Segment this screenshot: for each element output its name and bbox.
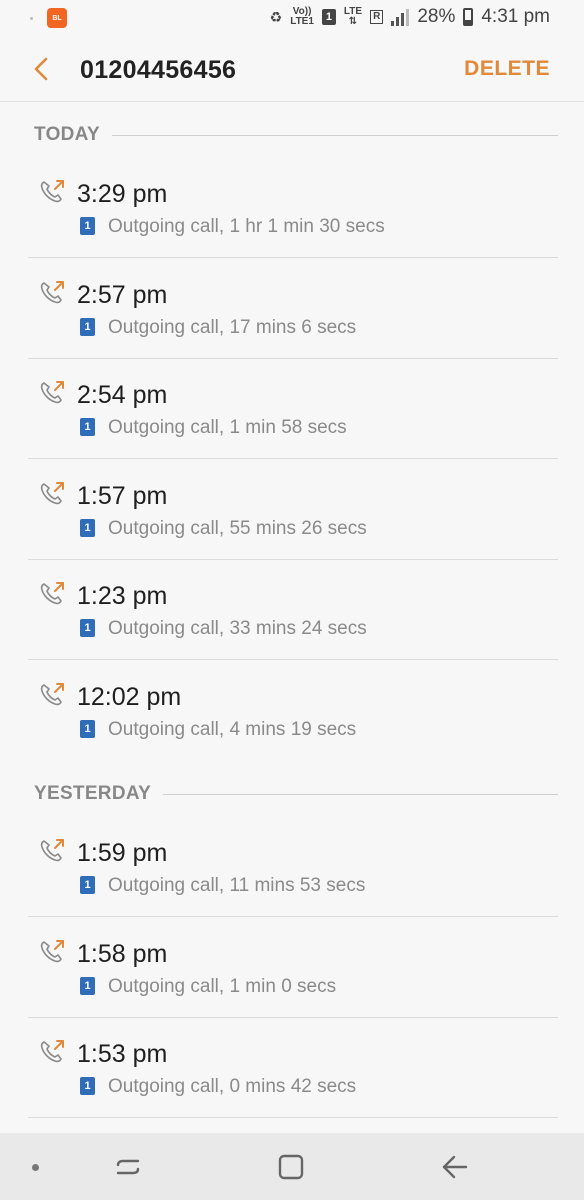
call-detail: Outgoing call, 1 min 58 secs — [108, 417, 347, 438]
home-icon — [278, 1154, 304, 1180]
outgoing-call-icon — [40, 1040, 64, 1063]
call-log-item[interactable]: 1:53 pm 1 Outgoing call, 0 mins 42 secs — [28, 1018, 558, 1118]
app-header: 01204456456 DELETE — [0, 36, 584, 102]
sim-indicator-icon: 1 — [80, 217, 95, 235]
section-divider — [111, 134, 558, 136]
outgoing-call-icon — [40, 381, 64, 404]
sim-slot-icon: 1 — [321, 9, 336, 25]
outgoing-call-icon — [40, 940, 64, 963]
clock: 4:31 pm — [481, 6, 550, 27]
volte-icon: Vo)) LTE1 — [290, 7, 314, 27]
call-detail: Outgoing call, 0 mins 42 secs — [108, 1076, 357, 1097]
volte-bottom: LTE1 — [290, 16, 314, 27]
roaming-signal-icon: R — [370, 10, 384, 24]
nav-dot-indicator[interactable] — [32, 1164, 39, 1171]
outgoing-call-icon — [40, 683, 64, 706]
call-time: 3:29 pm — [77, 180, 168, 208]
notification-dot — [30, 16, 33, 20]
back-button[interactable] — [26, 52, 56, 86]
roaming-label: R — [373, 11, 381, 22]
battery-percent: 28% — [417, 6, 456, 27]
call-time: 1:57 pm — [77, 482, 168, 510]
page-title: 01204456456 — [80, 56, 237, 84]
outgoing-call-icon — [40, 180, 64, 203]
call-detail: Outgoing call, 17 mins 6 secs — [108, 317, 357, 338]
recents-icon — [116, 1159, 140, 1175]
call-log-item[interactable]: 1:57 pm 1 Outgoing call, 55 mins 26 secs — [28, 460, 558, 560]
call-detail: Outgoing call, 1 hr 1 min 30 secs — [108, 216, 385, 237]
call-detail: Outgoing call, 55 mins 26 secs — [108, 518, 367, 539]
status-right: ♻ Vo)) LTE1 1 LTE ⇅ R 28% 4:31 pm — [270, 6, 550, 28]
call-log-item[interactable]: 3:29 pm 1 Outgoing call, 1 hr 1 min 30 sec… — [28, 158, 558, 258]
sim-indicator-icon: 1 — [80, 1077, 95, 1095]
outgoing-call-icon — [40, 482, 64, 505]
section-divider — [163, 793, 558, 795]
status-left: BL — [30, 8, 67, 28]
call-time: 2:57 pm — [77, 281, 168, 309]
chevron-left-icon — [34, 57, 48, 81]
sim-indicator-icon: 1 — [80, 318, 95, 336]
section-header: TODAY — [34, 124, 558, 146]
outgoing-call-icon — [40, 582, 64, 605]
signal-icon — [391, 8, 410, 26]
call-detail: Outgoing call, 1 min 0 secs — [108, 976, 337, 997]
call-time: 1:58 pm — [77, 940, 168, 968]
call-log-item[interactable]: 1:58 pm 1 Outgoing call, 1 min 0 secs — [28, 918, 558, 1018]
system-back-button[interactable] — [440, 1153, 470, 1181]
sim-indicator-icon: 1 — [80, 720, 95, 738]
battery-saver-icon: ♻ — [269, 8, 283, 25]
battery-icon — [463, 8, 474, 26]
sim-indicator-icon: 1 — [80, 418, 95, 436]
call-time: 1:23 pm — [77, 582, 168, 610]
call-log-item[interactable]: 2:54 pm 1 Outgoing call, 1 min 58 secs — [28, 359, 558, 459]
call-log-item[interactable]: 2:57 pm 1 Outgoing call, 17 mins 6 secs — [28, 259, 558, 359]
sim-indicator-icon: 1 — [80, 876, 95, 894]
recents-button[interactable] — [113, 1153, 143, 1181]
sim-indicator-icon: 1 — [80, 619, 95, 637]
call-detail: Outgoing call, 33 mins 24 secs — [108, 618, 367, 639]
back-arrow-icon — [442, 1155, 468, 1179]
call-log-item[interactable]: 1:59 pm 1 Outgoing call, 11 mins 53 secs — [28, 817, 558, 917]
outgoing-call-icon — [40, 839, 64, 862]
status-bar: BL ♻ Vo)) LTE1 1 LTE ⇅ R 28% 4:31 pm — [0, 0, 584, 36]
call-log-item[interactable]: 1:23 pm 1 Outgoing call, 33 mins 24 secs — [28, 560, 558, 660]
call-log-item[interactable]: 12:02 pm 1 Outgoing call, 4 mins 19 secs — [28, 661, 558, 761]
lte-icon: LTE ⇅ — [344, 7, 362, 27]
data-arrows: ⇅ — [348, 16, 358, 27]
call-time: 1:59 pm — [77, 839, 168, 867]
section-label: YESTERDAY — [34, 783, 152, 804]
app-notification-icon: BL — [47, 8, 67, 28]
call-detail: Outgoing call, 4 mins 19 secs — [108, 719, 357, 740]
section-header: YESTERDAY — [34, 783, 558, 805]
call-detail: Outgoing call, 11 mins 53 secs — [108, 875, 366, 896]
outgoing-call-icon — [40, 281, 64, 304]
section-label: TODAY — [34, 124, 100, 145]
call-time: 12:02 pm — [77, 683, 182, 711]
sim-indicator-icon: 1 — [80, 519, 95, 537]
delete-button[interactable]: DELETE — [464, 57, 550, 81]
call-time: 1:53 pm — [77, 1040, 168, 1068]
navigation-bar — [0, 1133, 584, 1200]
call-time: 2:54 pm — [77, 381, 168, 409]
home-button[interactable] — [276, 1153, 306, 1181]
sim-indicator-icon: 1 — [80, 977, 95, 995]
